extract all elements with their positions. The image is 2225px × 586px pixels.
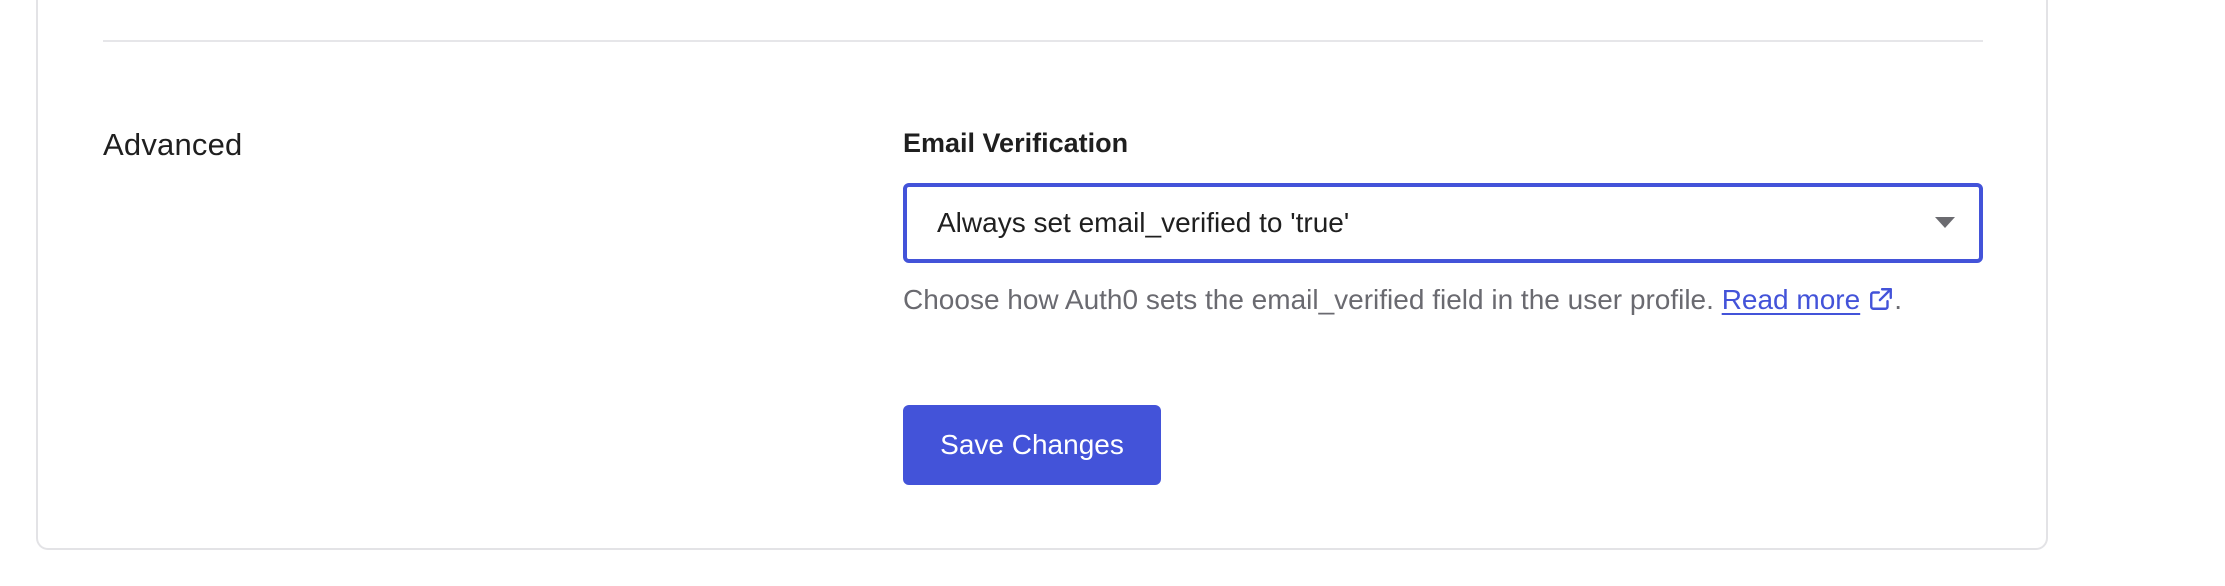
email-verification-select[interactable]: Always set email_verified to 'true' [903, 183, 1983, 263]
save-changes-button[interactable]: Save Changes [903, 405, 1161, 485]
section-divider [103, 40, 1983, 42]
external-link-icon [1870, 288, 1893, 310]
help-trailing-period: . [1894, 284, 1902, 315]
read-more-label: Read more [1721, 284, 1861, 315]
email-verification-selected-value: Always set email_verified to 'true' [937, 207, 1350, 238]
help-text: Choose how Auth0 sets the email_verified… [903, 284, 1722, 315]
chevron-down-icon [1935, 217, 1955, 228]
email-verification-label: Email Verification [903, 128, 1129, 158]
email-verification-help: Choose how Auth0 sets the email_verified… [903, 284, 1902, 316]
section-title: Advanced [103, 127, 243, 162]
read-more-link[interactable]: Read more [1722, 284, 1895, 315]
